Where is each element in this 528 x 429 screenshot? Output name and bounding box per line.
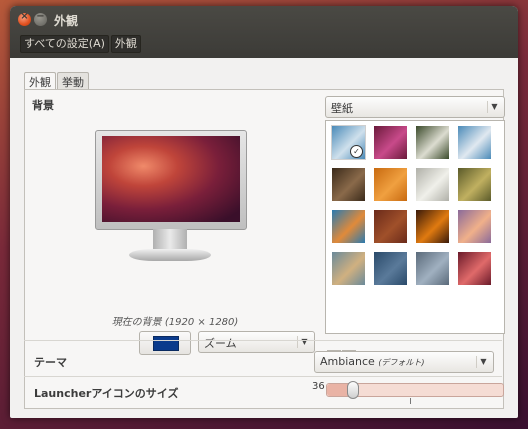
title-bar: × − 外観 すべての設定(A) 外観 [10, 6, 518, 58]
theme-value: Ambiance (デフォルト) [320, 355, 425, 368]
wallpaper-thumbnail[interactable] [416, 252, 449, 285]
wallpaper-thumbnail[interactable] [416, 168, 449, 201]
wallpaper-thumbnail[interactable] [458, 252, 491, 285]
wallpaper-thumbnail[interactable] [458, 210, 491, 243]
minimize-icon: − [36, 11, 45, 22]
chevron-down-icon: ▼ [297, 336, 311, 348]
appearance-window: × − 外観 すべての設定(A) 外観 外観 挙動 背景 現在の背景 (1920… [10, 6, 518, 418]
wallpaper-grid: ✓ [331, 125, 500, 285]
wallpaper-thumbnail[interactable] [374, 210, 407, 243]
launcher-icon-size-label: Launcherアイコンのサイズ [34, 387, 179, 400]
minimize-button[interactable]: − [34, 11, 47, 26]
divider [24, 340, 502, 341]
zoom-mode-value: ズーム [204, 337, 237, 350]
close-icon: × [20, 11, 29, 22]
selected-check-icon: ✓ [350, 145, 363, 158]
theme-combo[interactable]: Ambiance (デフォルト) ▼ [314, 351, 494, 373]
wallpaper-thumbnail[interactable] [374, 252, 407, 285]
close-button[interactable]: × [18, 11, 31, 26]
wallpaper-thumbnail[interactable] [332, 252, 365, 285]
theme-default-note: (デフォルト) [378, 358, 425, 367]
wallpaper-thumbnail[interactable] [458, 126, 491, 159]
wallpaper-thumbnail[interactable]: ✓ [331, 125, 366, 160]
breadcrumb-appearance-button[interactable]: 外観 [110, 35, 141, 53]
monitor-frame [95, 130, 247, 230]
chevron-down-icon: ▼ [476, 356, 490, 368]
wallpaper-thumbnail[interactable] [416, 210, 449, 243]
monitor-base [129, 249, 211, 261]
all-settings-button[interactable]: すべての設定(A) [20, 35, 109, 53]
wallpaper-source-combo[interactable]: 壁紙 ▼ [325, 96, 505, 118]
toolbar: すべての設定(A) 外観 [20, 35, 141, 53]
wallpaper-thumbnail[interactable] [458, 168, 491, 201]
monitor-preview [95, 130, 255, 280]
wallpaper-gallery: ✓ [325, 120, 505, 334]
slider-tick-mark [410, 398, 411, 404]
content-area: 外観 挙動 背景 現在の背景 (1920 × 1280) ズーム ▼ 壁紙 ▼ … [10, 58, 518, 418]
divider [24, 376, 502, 377]
zoom-mode-combo[interactable]: ズーム ▼ [198, 331, 315, 353]
wallpaper-thumbnail[interactable] [416, 126, 449, 159]
wallpaper-thumbnail[interactable] [332, 210, 365, 243]
current-background-label: 現在の背景 (1920 × 1280) [111, 317, 239, 328]
wallpaper-thumbnail[interactable] [332, 168, 365, 201]
launcher-size-slider[interactable] [326, 381, 504, 399]
wallpaper-thumbnail[interactable] [374, 168, 407, 201]
color-picker-button[interactable] [139, 331, 191, 355]
window-title: 外観 [54, 14, 79, 28]
slider-handle[interactable] [346, 381, 359, 399]
launcher-size-value: 36 [312, 381, 325, 392]
chevron-down-icon: ▼ [487, 101, 501, 113]
wallpaper-preview [102, 136, 240, 222]
wallpaper-thumbnail[interactable] [374, 126, 407, 159]
background-label: 背景 [32, 99, 54, 112]
theme-label: テーマ [34, 356, 67, 369]
monitor-stand [153, 229, 187, 249]
wallpaper-source-value: 壁紙 [331, 102, 353, 115]
color-swatch [153, 336, 179, 351]
